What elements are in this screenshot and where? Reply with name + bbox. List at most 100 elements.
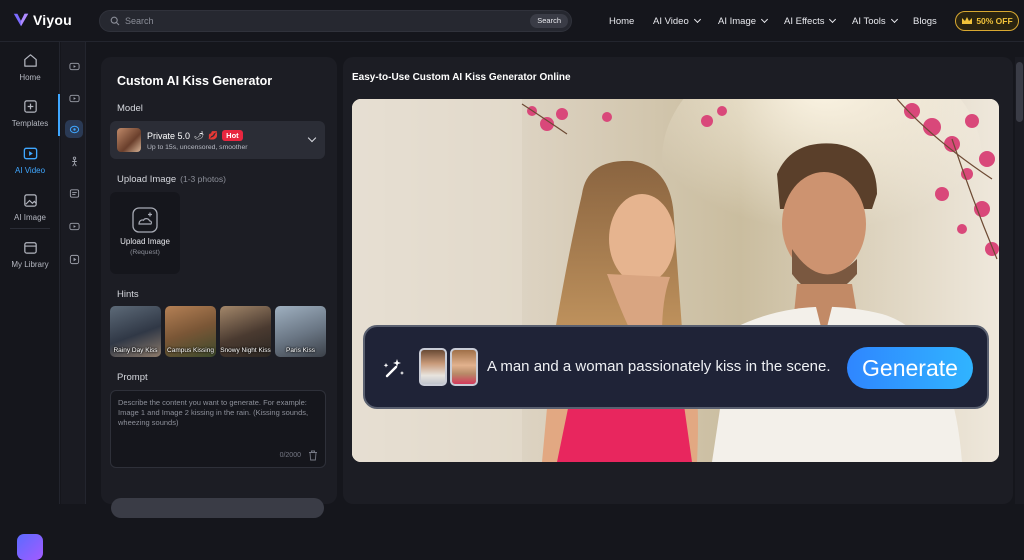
- hot-badge: Hot: [222, 130, 243, 141]
- hero-image: A man and a woman passionately kiss in t…: [352, 99, 999, 462]
- chili-icon: 🌶: [194, 131, 205, 140]
- video-icon: [23, 147, 37, 160]
- search-button[interactable]: Search: [530, 14, 568, 28]
- lips-icon: 💋: [208, 131, 219, 140]
- magic-wand-icon: [383, 359, 404, 378]
- rail-item-ai-image[interactable]: AI Image: [0, 192, 60, 222]
- hint-label: Snowy Night Kiss: [220, 346, 271, 354]
- hint-label: Paris Kiss: [286, 346, 315, 354]
- nav-home[interactable]: Home: [609, 0, 634, 42]
- prompt-input[interactable]: [118, 398, 318, 443]
- hint-campus-kissing[interactable]: Campus Kissing: [165, 306, 216, 357]
- video-tool-icon: [68, 222, 80, 230]
- hint-label: Campus Kissing: [167, 346, 214, 354]
- nav-ai-tools[interactable]: AI Tools: [852, 0, 898, 42]
- video-tool-icon: [68, 62, 80, 70]
- rail-item-ai-video[interactable]: AI Video: [0, 145, 60, 175]
- panel-action-button[interactable]: [111, 498, 324, 518]
- search-icon: [110, 16, 120, 26]
- chevron-down-icon: [890, 15, 898, 24]
- hint-snowy-night-kiss[interactable]: Snowy Night Kiss: [220, 306, 271, 357]
- hint-label: Rainy Day Kiss: [113, 346, 158, 354]
- subtool-7[interactable]: [65, 250, 83, 268]
- upload-image-button[interactable]: Upload Image (Request): [110, 192, 180, 274]
- nav-ai-image[interactable]: AI Image: [718, 0, 769, 42]
- rail-item-label: AI Image: [13, 213, 46, 222]
- play-tool-icon: [69, 254, 79, 264]
- home-icon: [23, 54, 37, 67]
- hints-label: Hints: [117, 289, 139, 300]
- nav-blogs-label: Blogs: [913, 15, 937, 27]
- nav-ai-effects[interactable]: AI Effects: [784, 0, 837, 42]
- trash-icon[interactable]: [308, 450, 318, 461]
- promo-text: 50% OFF: [976, 16, 1013, 26]
- hint-rainy-day-kiss[interactable]: Rainy Day Kiss: [110, 306, 161, 357]
- nav-ai-video[interactable]: AI Video: [653, 0, 701, 42]
- rail-divider: [10, 228, 50, 229]
- model-select[interactable]: Private 5.0 🌶 💋 Hot Up to 15s, uncensore…: [110, 121, 325, 159]
- char-counter: 0/2000: [279, 452, 301, 459]
- rail-item-label: Templates: [11, 119, 49, 128]
- library-icon: [23, 242, 37, 254]
- chevron-down-icon: [829, 15, 837, 24]
- man-avatar: [419, 348, 447, 386]
- rail-item-label: AI Video: [14, 166, 46, 175]
- main-content: Easy-to-Use Custom AI Kiss Generator Onl…: [343, 57, 1013, 504]
- image-icon: [23, 194, 37, 207]
- subtool-5[interactable]: [65, 184, 83, 202]
- woman-avatar: [450, 348, 478, 386]
- left-rail: Home Templates AI Video AI Image My Libr…: [0, 42, 60, 560]
- model-label: Model: [117, 103, 143, 114]
- model-name-row: Private 5.0 🌶 💋 Hot: [147, 130, 243, 141]
- model-name: Private 5.0: [147, 130, 191, 141]
- image-tool-icon: [69, 188, 79, 198]
- crown-icon: [962, 17, 973, 24]
- rail-item-my-library[interactable]: My Library: [0, 239, 60, 269]
- upload-label-text: Upload Image: [117, 174, 177, 185]
- logo-text: Viyou: [33, 12, 72, 28]
- upload-label: Upload Image (1-3 photos): [117, 174, 226, 185]
- subtool-2[interactable]: [65, 89, 83, 107]
- subtool-kiss[interactable]: [65, 120, 83, 138]
- scrollbar-thumb[interactable]: [1016, 62, 1023, 122]
- generate-button[interactable]: Generate: [847, 347, 973, 389]
- nav-blogs[interactable]: Blogs: [913, 0, 937, 42]
- rail-active-indicator: [58, 94, 60, 136]
- rail-item-label: Home: [19, 73, 41, 82]
- hint-paris-kiss[interactable]: Paris Kiss: [275, 306, 326, 357]
- hero-prompt-text: A man and a woman passionately kiss in t…: [487, 358, 831, 375]
- user-avatar[interactable]: [17, 534, 43, 560]
- upload-label-sub: (1-3 photos): [180, 174, 226, 184]
- video-tool-icon: [68, 94, 80, 102]
- dance-tool-icon: [71, 156, 77, 166]
- rail-item-templates[interactable]: Templates: [0, 98, 60, 128]
- promo-badge[interactable]: 50% OFF: [955, 11, 1019, 31]
- model-thumbnail: [117, 128, 141, 152]
- templates-icon: [23, 100, 37, 113]
- upload-subtitle: (Request): [130, 249, 160, 256]
- panel-title: Custom AI Kiss Generator: [117, 74, 273, 88]
- chevron-down-icon: [693, 15, 701, 24]
- logo-icon: [13, 13, 29, 27]
- subtool-1[interactable]: [65, 57, 83, 75]
- logo[interactable]: Viyou: [12, 11, 72, 29]
- nav-ai-video-label: AI Video: [653, 15, 689, 27]
- search-input[interactable]: [125, 16, 505, 26]
- prompt-label: Prompt: [117, 372, 148, 383]
- hints-list: Rainy Day Kiss Campus Kissing Snowy Nigh…: [110, 306, 327, 357]
- subtool-4[interactable]: [65, 152, 83, 170]
- nav-ai-image-label: AI Image: [718, 15, 757, 27]
- rail-item-label: My Library: [11, 260, 49, 269]
- chevron-down-icon: [760, 15, 769, 24]
- prompt-box: 0/2000: [110, 390, 326, 468]
- subtool-6[interactable]: [65, 217, 83, 235]
- model-description: Up to 15s, uncensored, smoother: [147, 144, 248, 151]
- kiss-tool-icon: [69, 125, 79, 133]
- nav-ai-effects-label: AI Effects: [784, 15, 825, 27]
- scrollbar[interactable]: [1015, 57, 1024, 504]
- tool-subrail: [61, 42, 86, 504]
- search-bar: Search: [99, 10, 572, 32]
- upload-title: Upload Image: [120, 237, 170, 246]
- rail-item-home[interactable]: Home: [0, 52, 60, 82]
- top-bar: Viyou Search Home AI Video AI Image AI E…: [0, 0, 1024, 42]
